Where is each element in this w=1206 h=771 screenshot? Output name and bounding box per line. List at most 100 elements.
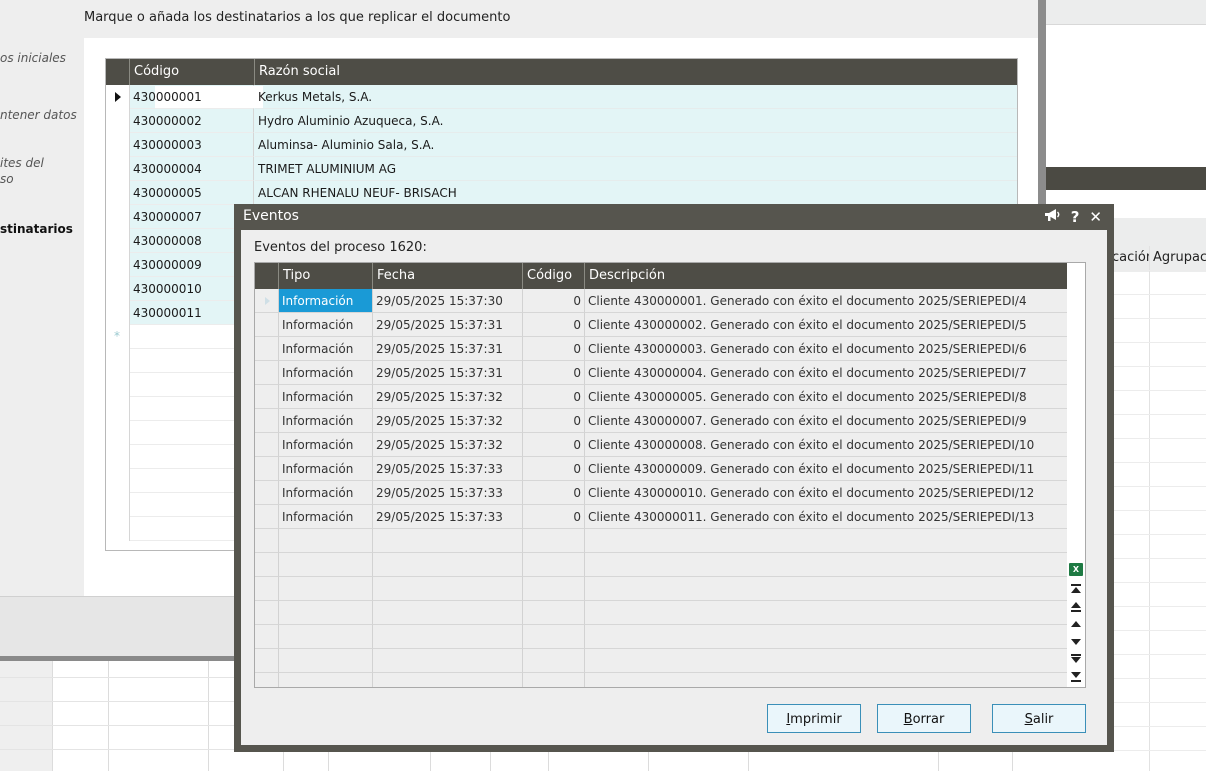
cell-tipo[interactable]: Información (279, 505, 373, 529)
column-header-descripcion[interactable]: Descripción (585, 263, 1065, 289)
cell-razon-social[interactable]: Kerkus Metals, S.A. (255, 85, 1017, 109)
cell-codigo[interactable]: 430000001 (130, 85, 263, 109)
column-header-tipo[interactable]: Tipo (279, 263, 373, 289)
cell-codigo[interactable]: 0 (523, 481, 585, 505)
cell-codigo[interactable]: 0 (523, 385, 585, 409)
cell-fecha[interactable]: 29/05/2025 15:37:30 (373, 289, 523, 313)
cell-fecha[interactable]: 29/05/2025 15:37:31 (373, 313, 523, 337)
excel-export-icon[interactable]: X (1069, 563, 1083, 576)
cell-descripcion[interactable]: Cliente 430000002. Generado con éxito el… (585, 313, 1067, 337)
cell-tipo[interactable]: Información (279, 289, 373, 313)
cell-tipo[interactable]: Información (279, 409, 373, 433)
row-selector[interactable] (255, 481, 279, 505)
row-selector[interactable] (255, 505, 279, 529)
table-row[interactable]: Información 29/05/2025 15:37:33 0 Client… (255, 481, 1067, 505)
table-row[interactable]: Información 29/05/2025 15:37:31 0 Client… (255, 361, 1067, 385)
row-selector[interactable] (255, 313, 279, 337)
cell-tipo[interactable]: Información (279, 457, 373, 481)
scroll-up-icon[interactable] (1071, 619, 1081, 629)
scroll-first-icon[interactable] (1071, 584, 1081, 594)
row-selector[interactable] (255, 433, 279, 457)
cell-descripcion[interactable]: Cliente 430000003. Generado con éxito el… (585, 337, 1067, 361)
cell-tipo[interactable]: Información (279, 481, 373, 505)
cell-codigo[interactable]: 0 (523, 289, 585, 313)
cell-codigo[interactable]: 0 (523, 409, 585, 433)
help-icon[interactable]: ? (1071, 207, 1080, 227)
cell-razon-social[interactable]: Hydro Aluminio Azuqueca, S.A. (255, 109, 1017, 133)
cell-tipo[interactable]: Información (279, 385, 373, 409)
row-selector[interactable] (106, 133, 130, 157)
wizard-step-limites-line1[interactable]: ites del (0, 155, 84, 171)
cell-codigo[interactable]: 0 (523, 433, 585, 457)
wizard-step-mantener-datos[interactable]: ntener datos (0, 107, 84, 123)
cell-codigo[interactable]: 430000003 (130, 133, 254, 157)
background-column-header-ubicacion[interactable]: cación (1112, 246, 1150, 270)
cell-codigo[interactable]: 0 (523, 457, 585, 481)
wizard-step-limites-line2[interactable]: so (0, 171, 84, 187)
row-selector[interactable] (106, 85, 130, 109)
cell-descripcion[interactable]: Cliente 430000001. Generado con éxito el… (585, 289, 1067, 313)
cell-codigo[interactable]: 430000004 (130, 157, 254, 181)
row-selector[interactable] (106, 301, 130, 325)
table-row[interactable]: 430000004 TRIMET ALUMINIUM AG (106, 157, 1017, 181)
eventos-title-bar[interactable]: Eventos ? ✕ (234, 204, 1114, 230)
close-icon[interactable]: ✕ (1089, 207, 1102, 227)
wizard-step-datos-iniciales[interactable]: os iniciales (0, 50, 84, 66)
row-selector[interactable] (106, 157, 130, 181)
cell-descripcion[interactable]: Cliente 430000004. Generado con éxito el… (585, 361, 1067, 385)
column-header-codigo[interactable]: Código (523, 263, 585, 289)
cell-razon-social[interactable]: Aluminsa- Aluminio Sala, S.A. (255, 133, 1017, 157)
scroll-page-down-icon[interactable] (1071, 654, 1081, 664)
cell-descripcion[interactable]: Cliente 430000011. Generado con éxito el… (585, 505, 1067, 529)
cell-razon-social[interactable]: TRIMET ALUMINIUM AG (255, 157, 1017, 181)
table-row[interactable]: Información 29/05/2025 15:37:31 0 Client… (255, 313, 1067, 337)
table-row[interactable]: Información 29/05/2025 15:37:32 0 Client… (255, 409, 1067, 433)
table-row[interactable]: Información 29/05/2025 15:37:32 0 Client… (255, 385, 1067, 409)
cell-descripcion[interactable]: Cliente 430000007. Generado con éxito el… (585, 409, 1067, 433)
cell-tipo[interactable]: Información (279, 433, 373, 457)
table-row[interactable]: Información 29/05/2025 15:37:33 0 Client… (255, 505, 1067, 529)
cell-descripcion[interactable]: Cliente 430000008. Generado con éxito el… (585, 433, 1067, 457)
cell-fecha[interactable]: 29/05/2025 15:37:32 (373, 433, 523, 457)
cell-codigo[interactable]: 0 (523, 361, 585, 385)
cell-codigo[interactable]: 430000002 (130, 109, 254, 133)
scroll-page-up-icon[interactable] (1071, 602, 1081, 612)
table-row[interactable]: Información 29/05/2025 15:37:30 0 Client… (255, 289, 1067, 313)
row-selector[interactable] (255, 337, 279, 361)
cell-descripcion[interactable]: Cliente 430000005. Generado con éxito el… (585, 385, 1067, 409)
table-row[interactable]: 430000003 Aluminsa- Aluminio Sala, S.A. (106, 133, 1017, 157)
cell-descripcion[interactable]: Cliente 430000010. Generado con éxito el… (585, 481, 1067, 505)
table-row[interactable]: Información 29/05/2025 15:37:31 0 Client… (255, 337, 1067, 361)
column-header-razon-social[interactable]: Razón social (255, 59, 855, 85)
row-selector[interactable] (106, 277, 130, 301)
cell-tipo[interactable]: Información (279, 313, 373, 337)
table-row[interactable]: 430000002 Hydro Aluminio Azuqueca, S.A. (106, 109, 1017, 133)
borrar-button[interactable]: Borrar (877, 704, 971, 733)
cell-codigo[interactable]: 0 (523, 337, 585, 361)
cell-codigo[interactable]: 0 (523, 313, 585, 337)
cell-fecha[interactable]: 29/05/2025 15:37:33 (373, 481, 523, 505)
row-selector[interactable] (106, 229, 130, 253)
new-row-selector[interactable]: * (106, 325, 130, 349)
row-selector[interactable] (255, 385, 279, 409)
cell-codigo[interactable]: 0 (523, 505, 585, 529)
cell-descripcion[interactable]: Cliente 430000009. Generado con éxito el… (585, 457, 1067, 481)
table-row[interactable]: 430000005 ALCAN RHENALU NEUF- BRISACH (106, 181, 1017, 205)
cell-fecha[interactable]: 29/05/2025 15:37:33 (373, 505, 523, 529)
row-selector[interactable] (106, 109, 130, 133)
imprimir-button[interactable]: Imprimir (767, 704, 861, 733)
table-row[interactable]: Información 29/05/2025 15:37:32 0 Client… (255, 433, 1067, 457)
background-column-header-agrupacion[interactable]: Agrupaci (1153, 246, 1206, 270)
cell-fecha[interactable]: 29/05/2025 15:37:32 (373, 385, 523, 409)
cell-codigo[interactable]: 430000005 (130, 181, 254, 205)
wizard-step-destinatarios[interactable]: stinatarios (0, 221, 84, 237)
announce-icon[interactable] (1044, 207, 1061, 227)
scroll-down-icon[interactable] (1071, 637, 1081, 647)
cell-fecha[interactable]: 29/05/2025 15:37:31 (373, 337, 523, 361)
cell-fecha[interactable]: 29/05/2025 15:37:31 (373, 361, 523, 385)
cell-tipo[interactable]: Información (279, 337, 373, 361)
row-selector[interactable] (255, 457, 279, 481)
row-selector[interactable] (106, 181, 130, 205)
salir-button[interactable]: Salir (992, 704, 1086, 733)
table-row[interactable]: 430000001 Kerkus Metals, S.A. (106, 85, 1017, 109)
